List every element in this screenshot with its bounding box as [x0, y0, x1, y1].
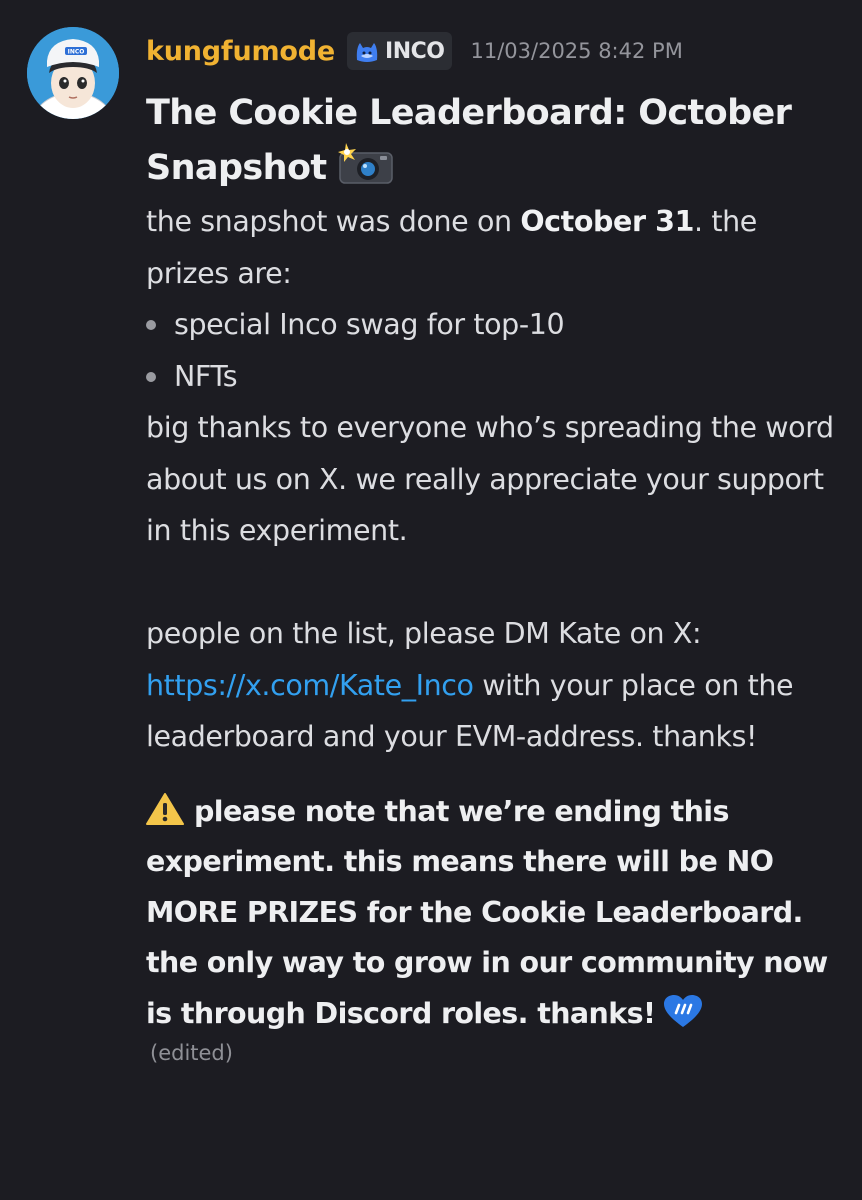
message-title: The Cookie Leaderboard: October Snapshot [146, 86, 846, 196]
avatar[interactable]: INCO [27, 27, 119, 119]
bullet-icon [146, 371, 156, 382]
avatar-image: INCO [27, 27, 119, 119]
prize-label: special Inco swag for top-10 [174, 308, 565, 341]
blue-heart-icon [663, 994, 703, 1028]
kate-profile-link[interactable]: https://x.com/Kate_Inco [146, 669, 474, 702]
server-tag[interactable]: INCO [347, 32, 453, 70]
snapshot-date: October 31 [520, 205, 695, 238]
timestamp[interactable]: 11/03/2025 8:42 PM [470, 39, 682, 63]
camera-with-flash-icon [338, 141, 394, 185]
inco-cat-icon [353, 38, 381, 64]
intro-paragraph: the snapshot was done on October 31. the… [146, 196, 846, 299]
avatar-cap-text: INCO [68, 49, 85, 56]
author-name[interactable]: kungfumode [146, 36, 335, 67]
list-item: NFTs [146, 351, 846, 403]
prize-list: special Inco swag for top-10 NFTs [146, 299, 846, 402]
thanks-paragraph: big thanks to everyone who’s spreading t… [146, 411, 834, 547]
intro-text: the snapshot was done on [146, 205, 521, 238]
dm-text: people on the list, please DM Kate on X: [146, 617, 702, 650]
message-body: the snapshot was done on October 31. the… [146, 196, 846, 763]
bullet-icon [146, 320, 156, 330]
prize-label: NFTs [174, 359, 238, 393]
message-header: kungfumode INCO 11/03/2025 8:42 PM [146, 28, 846, 74]
message-title-text: The Cookie Leaderboard: October Snapshot [146, 93, 792, 188]
warning-icon [146, 792, 184, 826]
message: kungfumode INCO 11/03/2025 8:42 PM The C… [146, 28, 846, 1065]
edited-label: (edited) [150, 1041, 233, 1065]
list-item: special Inco swag for top-10 [146, 299, 846, 351]
warning-paragraph: please note that we’re ending this exper… [146, 787, 846, 1040]
dm-paragraph: people on the list, please DM Kate on X:… [146, 608, 846, 763]
warning-text: please note that we’re ending this exper… [146, 794, 828, 1030]
server-tag-label: INCO [385, 38, 445, 64]
